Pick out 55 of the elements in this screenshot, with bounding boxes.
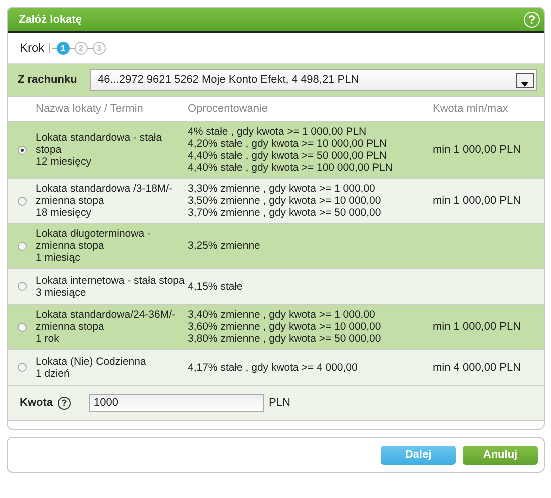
min-amount: min 1 000,00 PLN bbox=[433, 144, 522, 156]
column-header: Nazwa lokaty / Termin bbox=[36, 103, 144, 115]
interest-rate: 3,40% zmienne , gdy kwota >= 1 000,00 bbox=[188, 309, 376, 321]
interest-rate: 4,40% stałe , gdy kwota >= 50 000,00 PLN bbox=[188, 150, 388, 162]
deposit-term: 1 miesiąc bbox=[36, 252, 82, 264]
interest-rate: 3,25% zmienne bbox=[188, 240, 262, 252]
interest-rate: 4% stałe , gdy kwota >= 1 000,00 PLN bbox=[188, 126, 368, 138]
radio-button[interactable] bbox=[18, 322, 27, 332]
deposit-name: Lokata długoterminowa - zmienna stopa bbox=[36, 228, 152, 252]
deposit-row[interactable]: Lokata (Nie) Codzienna 1 dzień 4,17% stałe , gdy kwota >= 4 000,00 min 4 000,00 PLN bbox=[8, 349, 544, 385]
help-button[interactable]: ? bbox=[58, 396, 71, 410]
interest-rate: 4,15% stałe bbox=[188, 280, 244, 292]
deposit-term: 18 miesięcy bbox=[36, 207, 92, 219]
step-indicator: 2 bbox=[74, 42, 88, 54]
interest-rate: 3,70% zmienne , gdy kwota >= 50 000,00 bbox=[188, 207, 382, 219]
deposit-row[interactable] bbox=[8, 121, 544, 178]
radio-button[interactable] bbox=[18, 282, 27, 291]
deposit-row[interactable]: Lokata długoterminowa - zmienna stopa 1 miesiąc 3,25% zmienne bbox=[8, 223, 544, 268]
account-select[interactable]: 46...2972 9621 5262 Moje Konto Efekt, 4 498,21 PLN bbox=[90, 69, 537, 91]
column-header: Kwota min/max bbox=[433, 103, 510, 115]
window-title: Załóż lokatę bbox=[19, 14, 82, 26]
deposit-row[interactable]: Lokata standardowa/24-36M/- zmienna stopa 1 rok 3,40% zmienne , gdy kwota >= 1 000,00 3,60% zmienne , gdy kwota >= 10 000,00 3,80% zmienne , gdy kwota >= 50 000,00 min 1 000,00 PLN bbox=[8, 304, 544, 349]
step-label: Krok bbox=[20, 41, 45, 55]
interest-rate: 3,30% zmienne , gdy kwota >= 1 000,00 bbox=[188, 183, 376, 195]
step-indicator: 1 bbox=[56, 42, 70, 54]
min-amount: min 4 000,00 PLN bbox=[433, 362, 522, 374]
interest-rate: 3,50% zmienne , gdy kwota >= 10 000,00 bbox=[188, 195, 382, 207]
interest-rate: 4,20% stałe , gdy kwota >= 10 000,00 PLN bbox=[188, 138, 388, 150]
deposit-row[interactable]: Lokata internetowa - stała stopa 3 miesiące 4,15% stałe bbox=[8, 268, 544, 304]
radio-button[interactable] bbox=[18, 196, 27, 206]
amount-field[interactable]: 1000 bbox=[89, 394, 264, 412]
deposit-name: Lokata internetowa - stała stopa bbox=[36, 274, 186, 286]
radio-button[interactable] bbox=[18, 242, 27, 250]
min-amount: min 1 000,00 PLN bbox=[433, 321, 522, 333]
account-label: Z rachunku bbox=[18, 74, 78, 86]
min-amount: min 1 000,00 PLN bbox=[433, 195, 522, 207]
deposit-term: 1 rok bbox=[36, 333, 60, 345]
interest-rate: 4,17% stałe , gdy kwota >= 4 000,00 bbox=[188, 362, 359, 374]
deposit-term: 1 dzień bbox=[36, 368, 71, 380]
deposit-name: Lokata standardowa/24-36M/- zmienna stopa bbox=[36, 309, 176, 333]
interest-rate: 3,60% zmienne , gdy kwota >= 10 000,00 bbox=[188, 321, 382, 333]
deposit-row[interactable]: Lokata standardowa /3-18M/- zmienna stopa 18 miesięcy 3,30% zmienne , gdy kwota >= 1 000,00 3,50% zmienne , gdy kwota >= 10 000,00 3,70% zmienne , gdy kwota >= 50 000,00 min 1 000,00 PLN bbox=[8, 178, 544, 223]
step-indicator: 3 bbox=[92, 42, 106, 54]
interest-rate: 3,80% zmienne , gdy kwota >= 50 000,00 bbox=[188, 333, 382, 345]
deposit-term: 12 miesięcy bbox=[36, 156, 92, 168]
currency-label: PLN bbox=[269, 397, 290, 409]
interest-rate: 4,40% stałe , gdy kwota >= 100 000,00 PLN bbox=[188, 162, 394, 174]
deposit-term: 3 miesiące bbox=[36, 286, 88, 298]
amount-label: Kwota bbox=[20, 397, 53, 409]
deposit-name: Lokata (Nie) Codzienna bbox=[36, 356, 148, 368]
radio-button[interactable] bbox=[18, 146, 27, 154]
deposit-name: Lokata standardowa - stała stopa bbox=[36, 132, 164, 156]
column-header: Oprocentowanie bbox=[188, 103, 270, 115]
deposit-name: Lokata standardowa /3-18M/- zmienna stopa bbox=[36, 183, 174, 207]
radio-button[interactable] bbox=[18, 363, 27, 372]
